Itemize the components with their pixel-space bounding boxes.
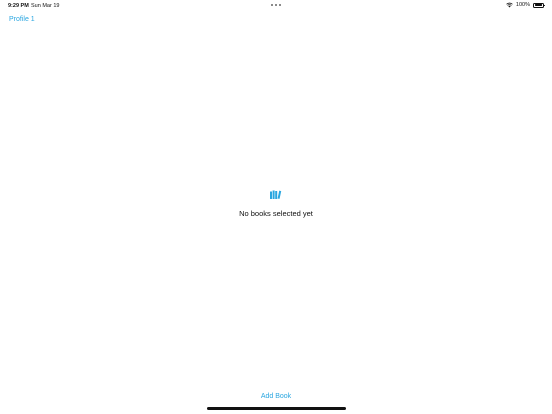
home-indicator[interactable]: [207, 407, 346, 410]
wifi-icon: [506, 2, 513, 8]
battery-icon: [533, 2, 545, 8]
app-screen: 9:29 PM Sun Mar 19 100% Profile 1 No boo…: [0, 0, 552, 414]
dot: [279, 4, 281, 6]
multitasking-dots-icon[interactable]: [271, 4, 281, 6]
empty-state-message: No books selected yet: [239, 209, 313, 218]
status-time: 9:29 PM: [8, 3, 29, 9]
profile-button[interactable]: Profile 1: [9, 16, 35, 23]
empty-state: No books selected yet: [0, 190, 552, 218]
add-book-button[interactable]: Add Book: [0, 393, 552, 400]
books-icon: [270, 190, 282, 199]
dot: [275, 4, 277, 6]
status-indicators: 100%: [506, 2, 545, 8]
battery-fill: [534, 4, 543, 6]
status-bar: 9:29 PM Sun Mar 19 100%: [0, 0, 552, 11]
battery-percentage: 100%: [515, 2, 530, 8]
dot: [271, 4, 273, 6]
status-date: Sun Mar 19: [31, 3, 60, 9]
